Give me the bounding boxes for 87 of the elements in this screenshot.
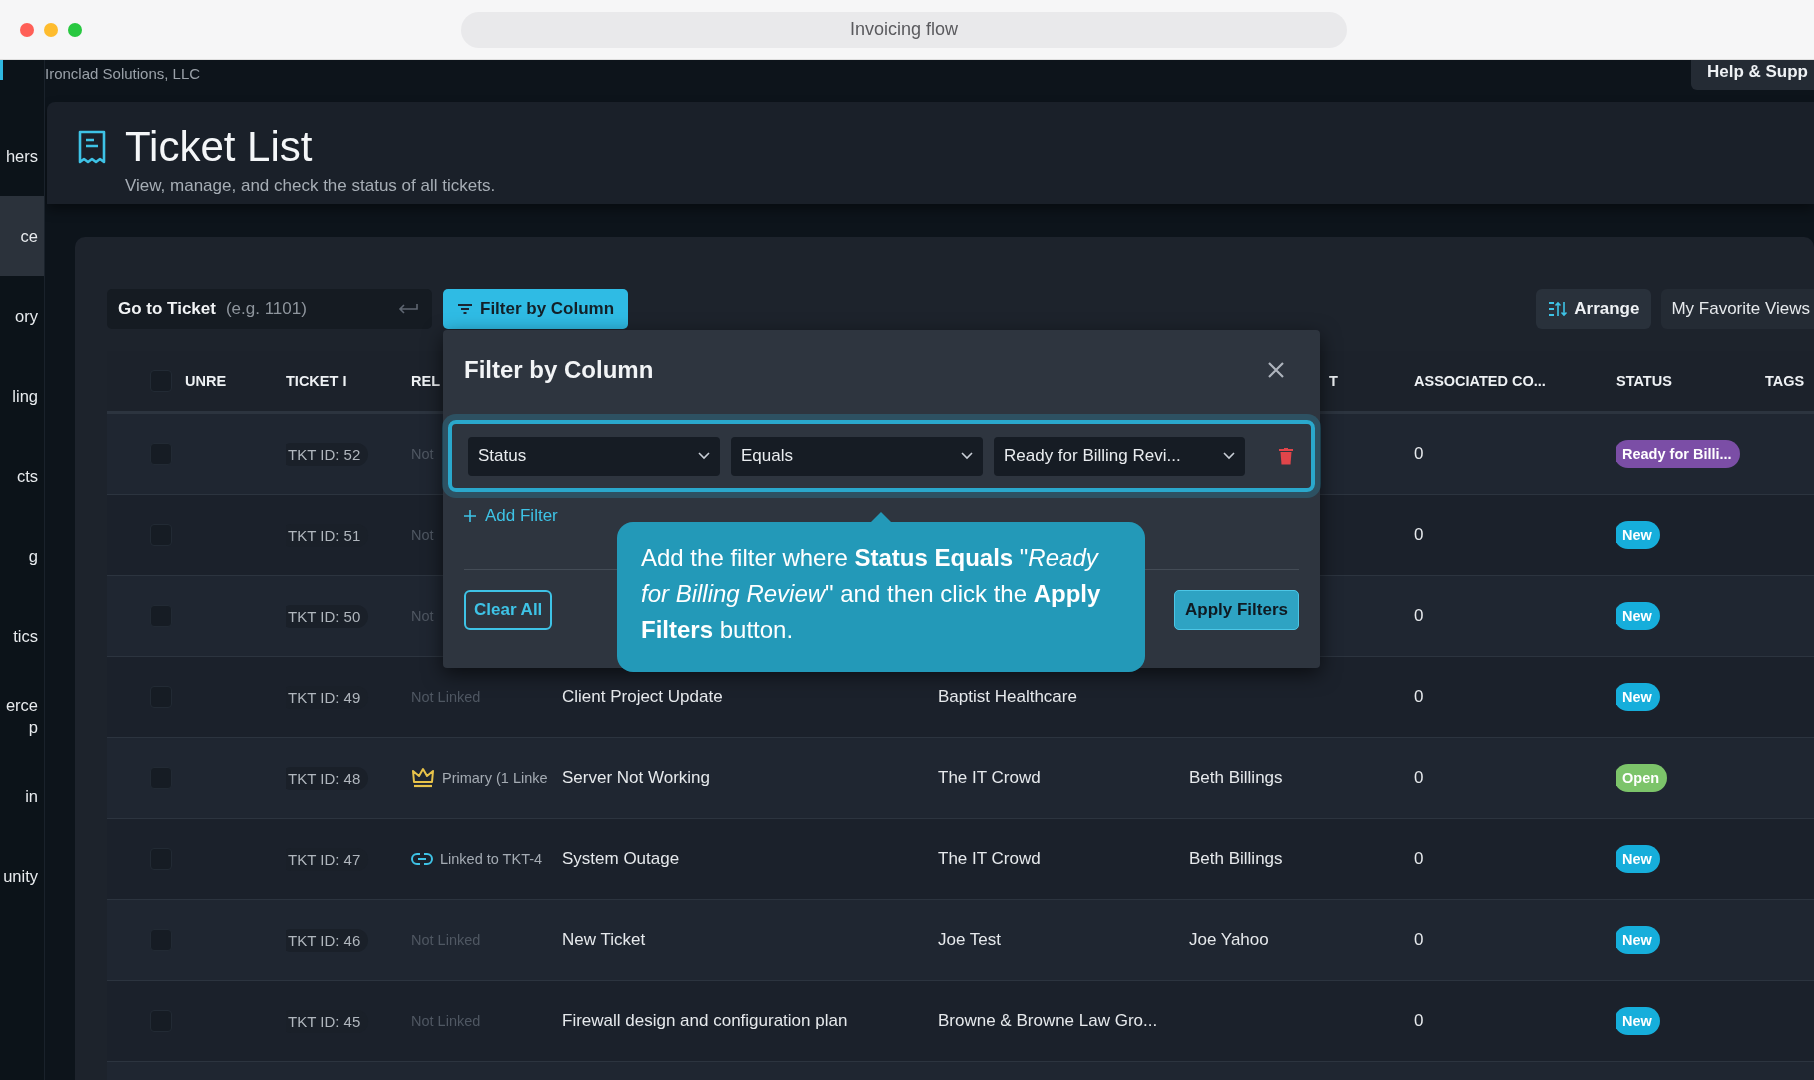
address-bar[interactable]: Invoicing flow: [461, 11, 1347, 48]
filter-icon: [457, 303, 473, 315]
relation-text: Primary (1 Linke: [442, 770, 548, 786]
ticket-id-tag: TKT ID: 48: [286, 766, 369, 790]
column-header[interactable]: T: [1329, 373, 1338, 389]
sidebar-item[interactable]: erce p: [0, 676, 44, 756]
sidebar-item[interactable]: hers: [0, 116, 44, 196]
sidebar-accent: [0, 60, 3, 80]
crown-icon: [411, 767, 435, 789]
sidebar-item[interactable]: in: [0, 756, 44, 836]
trash-icon[interactable]: [1278, 447, 1294, 465]
column-header[interactable]: ASSOCIATED CO...: [1414, 373, 1546, 389]
sidebar-item[interactable]: cts: [0, 436, 44, 516]
table-cell: Server Not Working: [562, 768, 710, 788]
window-control-icon[interactable]: [68, 22, 82, 37]
favorite-views-button[interactable]: My Favorite Views: [1661, 289, 1814, 329]
ticket-id-tag: TKT ID: 50: [286, 604, 369, 628]
column-header[interactable]: STATUS: [1616, 373, 1672, 389]
ticket-id-tag: TKT ID: 46: [286, 928, 369, 952]
status-badge: New: [1616, 926, 1660, 954]
dropdown[interactable]: Equals: [731, 436, 983, 476]
chevron-icon: [698, 452, 710, 460]
table-cell: Joe Test: [938, 930, 1001, 950]
plus-icon: [464, 510, 476, 522]
status-badge: New: [1616, 602, 1660, 630]
tooltip-text: Add the filter where Status Equals "Ready for Billing Review" and then click the Apply Filters button.: [641, 543, 1102, 645]
arrange-button[interactable]: Arrange: [1536, 289, 1652, 329]
table-cell: System Outage: [562, 849, 680, 869]
ticket-number-input[interactable]: (e.g. 1101): [223, 298, 398, 320]
table-cell: 0: [1414, 930, 1424, 950]
table-cell: 0: [1414, 768, 1424, 788]
company-name: Ironclad Solutions, LLC: [45, 65, 201, 82]
table-cell: 0: [1414, 1011, 1424, 1031]
help-button[interactable]: Help & Supp: [1690, 60, 1814, 90]
table-cell: Client Project Update: [562, 687, 723, 707]
relation-text: Linked to TKT-4: [440, 851, 543, 867]
filter-button[interactable]: Filter by Column: [443, 289, 629, 329]
column-header[interactable]: TICKET I: [286, 373, 347, 389]
clear-all-button[interactable]: Clear All: [464, 590, 553, 630]
ticket-search-field[interactable]: Go to Ticket (e.g. 1101): [107, 289, 432, 329]
status-badge: New: [1616, 845, 1660, 873]
table-cell: 0: [1414, 849, 1424, 869]
close-icon[interactable]: [1267, 361, 1285, 379]
dropdown[interactable]: Status: [468, 436, 720, 476]
sidebar-item[interactable]: ce: [0, 196, 44, 276]
table-cell: The IT Crowd: [938, 768, 1041, 788]
table-cell: Firewall design and configuration plan: [562, 1011, 848, 1031]
sidebar-item[interactable]: ory: [0, 276, 44, 356]
sort-icon: [1548, 301, 1569, 317]
table-cell: Beth Billings: [1189, 768, 1283, 788]
window-control-icon[interactable]: [44, 22, 58, 37]
table-cell: The IT Crowd: [938, 849, 1041, 869]
table-cell: Baptist Healthcare: [938, 687, 1077, 707]
sidebar-item[interactable]: ling: [0, 356, 44, 436]
sidebar-item[interactable]: g: [0, 516, 44, 596]
receipt-icon: [77, 129, 107, 165]
page-subtitle: View, manage, and check the status of all tickets.: [125, 176, 496, 196]
return-arrow-icon: [398, 303, 418, 315]
table-cell: 0: [1414, 444, 1424, 464]
status-badge: New: [1616, 521, 1660, 549]
column-header[interactable]: REL: [411, 373, 440, 389]
table-cell: New Ticket: [562, 930, 646, 950]
table-cell: Beth Billings: [1189, 849, 1283, 869]
status-badge: Open: [1616, 764, 1668, 792]
page-title: Ticket List: [125, 124, 314, 170]
status-badge: New: [1616, 1007, 1660, 1035]
add-filter-link[interactable]: Add Filter: [464, 506, 558, 526]
column-header[interactable]: UNRE: [185, 373, 227, 389]
sidebar-item[interactable]: unity: [0, 836, 44, 916]
ticket-id-tag: TKT ID: 52: [286, 442, 369, 466]
chevron-icon: [961, 452, 973, 460]
sidebar-item[interactable]: tics: [0, 596, 44, 676]
table-cell: 0: [1414, 687, 1424, 707]
status-badge: Ready for Billi...: [1616, 440, 1740, 468]
field-label: Go to Ticket: [118, 299, 216, 319]
dialog-title: Filter by Column: [464, 356, 654, 384]
table-cell: Joe Yahoo: [1189, 930, 1269, 950]
column-header[interactable]: TAGS: [1765, 373, 1805, 389]
chevron-icon: [1223, 452, 1235, 460]
status-badge: New: [1616, 683, 1660, 711]
link-icon: [411, 852, 433, 866]
dropdown[interactable]: Ready for Billing Revi...: [994, 436, 1245, 476]
table-cell: Browne & Browne Law Gro...: [938, 1011, 1158, 1031]
apply-filters-button[interactable]: Apply Filters: [1174, 590, 1299, 630]
window-control-icon[interactable]: [20, 22, 34, 37]
table-cell: 0: [1414, 606, 1424, 626]
table-cell: 0: [1414, 525, 1424, 545]
